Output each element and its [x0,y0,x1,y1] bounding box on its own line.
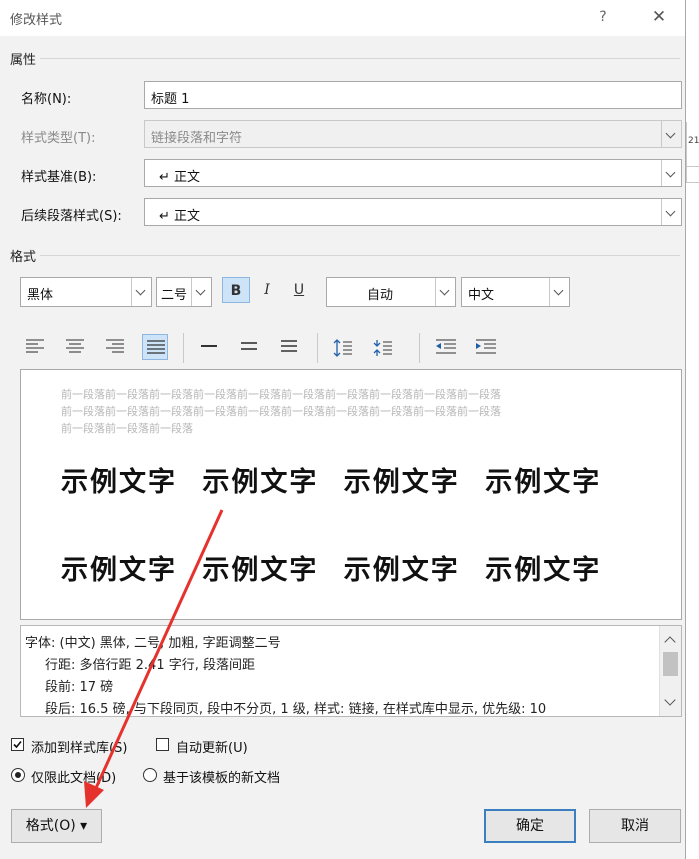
annotation-arrow-shaft [94,509,224,789]
annotation-arrow-head [84,781,104,808]
annotation-arrow [84,509,224,808]
